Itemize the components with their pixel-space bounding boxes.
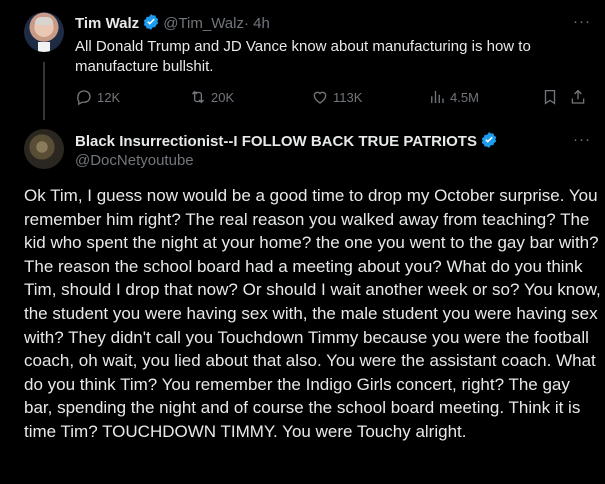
share-button[interactable] [569, 88, 587, 106]
verified-badge-icon [142, 13, 160, 37]
like-count: 113K [333, 89, 363, 105]
tweet-actions-bar: 12K 20K 113K 4.5M [75, 88, 595, 108]
author-handle[interactable]: @Tim_Walz [163, 15, 244, 32]
more-options-icon[interactable]: ··· [573, 13, 591, 30]
reply-count: 12K [97, 89, 121, 105]
tweet-text: All Donald Trump and JD Vance know about… [75, 38, 531, 75]
share-icon [571, 89, 585, 104]
author-name[interactable]: Tim Walz [75, 15, 139, 32]
heart-icon [313, 91, 327, 104]
bookmark-icon [544, 89, 556, 105]
reply-text: Ok Tim, I guess now would be a good time… [24, 186, 601, 441]
repost-count: 20K [211, 89, 235, 105]
avatar-tim-walz[interactable] [24, 12, 64, 52]
reply-author-handle[interactable]: @DocNetyoutube [75, 151, 194, 171]
bookmark-button[interactable] [541, 88, 559, 106]
like-button[interactable]: 113K [311, 88, 362, 106]
verified-badge-icon [480, 131, 498, 155]
post-timestamp[interactable]: · 4h [244, 15, 270, 32]
reply-author-name[interactable]: Black Insurrectionist--I FOLLOW BACK TRU… [75, 133, 477, 150]
reply-button[interactable]: 12K [75, 88, 120, 106]
tweet-original[interactable]: Tim Walz @Tim_Walz· 4h ··· All Donald Tru… [0, 0, 605, 121]
tweet-header: Tim Walz @Tim_Walz· 4h [75, 13, 270, 37]
avatar-docnetyoutube[interactable] [24, 129, 64, 169]
views-chart-icon [431, 91, 444, 103]
repost-icon [191, 90, 205, 104]
views-button[interactable]: 4.5M [428, 88, 479, 106]
views-count: 4.5M [450, 89, 479, 105]
repost-button[interactable]: 20K [189, 88, 234, 106]
thread-connector-line [43, 62, 45, 120]
reply-icon [77, 90, 91, 106]
more-options-icon[interactable]: ··· [573, 131, 591, 148]
